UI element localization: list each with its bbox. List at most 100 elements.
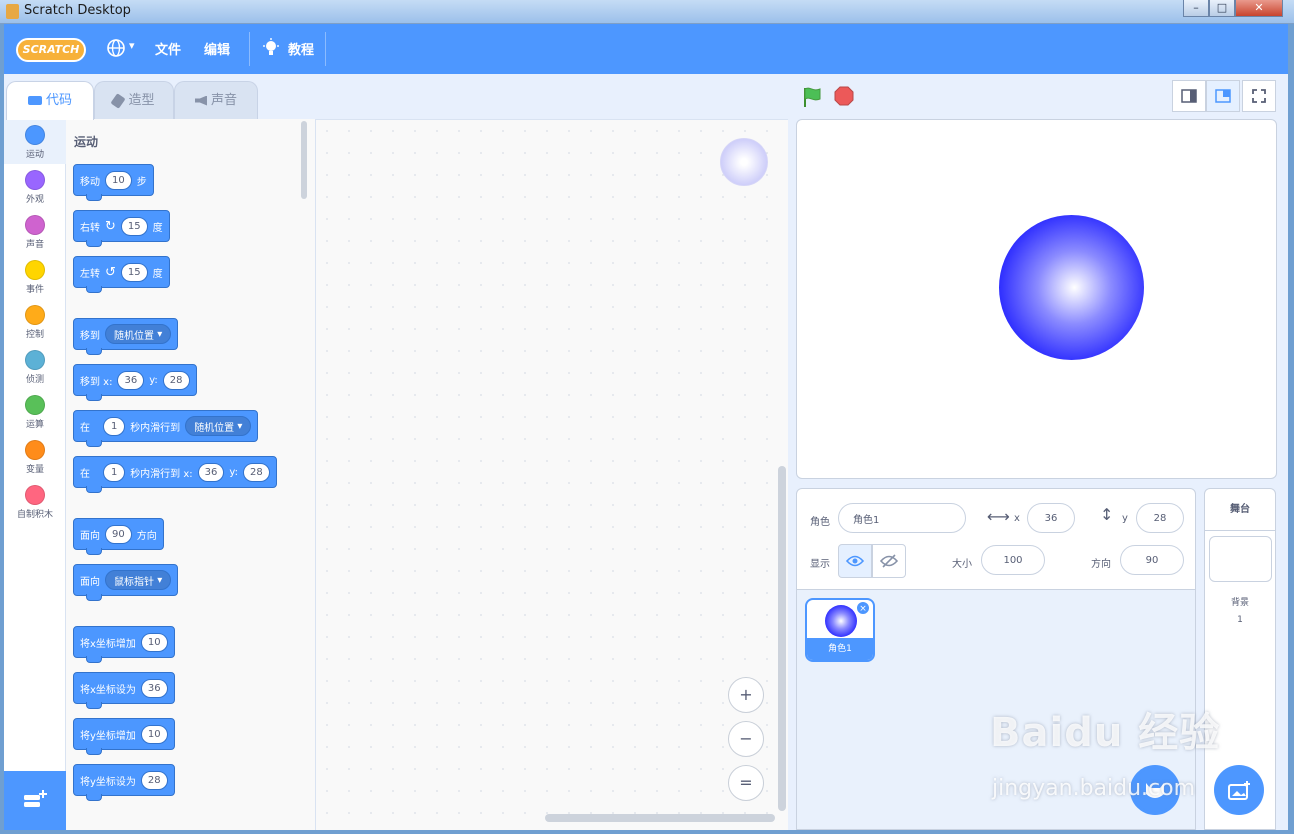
zoom-out-button[interactable]: − [728,721,764,757]
show-sprite-button[interactable] [838,544,872,578]
block-text: 秒内滑行到 x: [130,468,193,480]
zoom-reset-button[interactable]: = [728,765,764,801]
block-goto-xy[interactable]: 移到 x: 36 y: 28 [73,364,197,401]
block-input[interactable]: 36 [197,462,225,482]
block-change-y[interactable]: 将y坐标增加 10 [73,718,175,755]
block-text: 度 [152,222,163,234]
palette-scrollbar[interactable] [301,121,307,199]
block-dropdown[interactable]: 鼠标指针 ▾ [105,570,172,590]
block-input[interactable]: 15 [120,262,148,282]
block-input[interactable]: 1 [103,462,126,482]
rotate-right-icon: ↻ [105,218,116,234]
block-input[interactable]: 36 [140,678,168,698]
category-control[interactable]: 控制 [4,299,66,344]
menu-tutorials[interactable]: 教程 [262,38,318,60]
tab-costumes[interactable]: 造型 [94,81,174,119]
code-icon [27,96,42,105]
tab-sounds[interactable]: 声音 [174,81,258,119]
block-goto[interactable]: 移到 随机位置 ▾ [73,318,179,355]
y-label: y [1122,513,1128,524]
block-input[interactable]: 28 [162,370,190,390]
block-palette: 运动 移动 10 步 右转 ↻ 15 度 左转 ↺ 15 度 移到 随机位置 ▾… [66,119,316,830]
block-glide[interactable]: 在 1 秒内滑行到 随机位置 ▾ [73,410,259,447]
block-turn-right[interactable]: 右转 ↻ 15 度 [73,210,170,247]
block-text: 移到 [80,330,100,342]
close-window-button[interactable]: ✕ [1235,0,1283,17]
category-label: 运算 [25,420,44,430]
delete-sprite-icon[interactable]: × [856,601,870,615]
add-backdrop-button[interactable] [1214,765,1264,815]
normal-stage-button[interactable] [1206,80,1240,112]
green-flag-icon[interactable] [801,86,823,108]
block-move-steps[interactable]: 移动 10 步 [73,164,154,201]
menu-file[interactable]: 文件 [155,39,181,58]
category-events[interactable]: 事件 [4,254,66,299]
block-glide-xy[interactable]: 在 1 秒内滑行到 x: 36 y: 28 [73,456,277,493]
block-input[interactable]: 36 [117,370,145,390]
category-variables[interactable]: 变量 [4,434,66,479]
category-dot [25,350,45,370]
zoom-in-button[interactable]: + [728,677,764,713]
chevron-down-icon: ▾ [237,420,243,432]
y-input[interactable]: 28 [1136,503,1184,533]
block-dropdown[interactable]: 随机位置 ▾ [105,324,172,344]
stop-icon[interactable] [834,86,854,106]
horizontal-arrows-icon: ⟷ [987,507,1010,526]
window-title-bar: Scratch Desktop – □ ✕ [0,0,1294,24]
block-dropdown[interactable]: 随机位置 ▾ [185,416,252,436]
block-input[interactable]: 15 [120,216,148,236]
add-extension-icon [24,790,47,807]
hide-sprite-button[interactable] [872,544,906,578]
block-set-y[interactable]: 将y坐标设为 28 [73,764,175,801]
tab-code-label: 代码 [45,93,72,108]
category-label: 控制 [25,330,44,340]
block-input[interactable]: 1 [103,416,126,436]
direction-input[interactable]: 90 [1120,545,1184,575]
vertical-arrows-icon: ↕ [1100,505,1114,524]
workspace-horizontal-scrollbar[interactable] [545,814,775,822]
script-workspace[interactable] [316,119,788,830]
maximize-button[interactable]: □ [1209,0,1235,17]
category-sensing[interactable]: 侦测 [4,344,66,389]
sprite-name-input[interactable]: 角色1 [838,503,966,533]
stage-canvas[interactable] [796,119,1277,479]
category-looks[interactable]: 外观 [4,164,66,209]
category-dot [25,485,45,505]
block-text: 步 [136,176,147,188]
menu-divider [249,32,250,66]
scratch-logo[interactable]: SCRATCH [16,38,86,62]
small-stage-button[interactable] [1172,80,1206,112]
block-point-direction[interactable]: 面向 90 方向 [73,518,164,555]
language-menu[interactable]: ▾ [106,38,142,60]
block-change-x[interactable]: 将x坐标增加 10 [73,626,175,663]
tutorials-label: 教程 [288,43,315,58]
add-extension-button[interactable] [4,771,66,830]
category-label: 自制积木 [16,510,53,520]
block-input[interactable]: 10 [140,632,168,652]
category-my-blocks[interactable]: 自制积木 [4,479,66,524]
tab-code[interactable]: 代码 [6,81,94,120]
minimize-button[interactable]: – [1183,0,1209,17]
block-text: 度 [152,268,163,280]
menu-edit[interactable]: 编辑 [204,39,230,58]
category-sound[interactable]: 声音 [4,209,66,254]
block-input[interactable]: 28 [242,462,270,482]
fullscreen-button[interactable] [1242,80,1276,112]
x-input[interactable]: 36 [1027,503,1075,533]
block-set-x[interactable]: 将x坐标设为 36 [73,672,175,709]
block-input[interactable]: 90 [105,524,132,544]
workspace-vertical-scrollbar[interactable] [778,466,786,811]
category-motion[interactable]: 运动 [4,119,66,164]
category-operators[interactable]: 运算 [4,389,66,434]
block-input[interactable]: 10 [140,724,168,744]
block-turn-left[interactable]: 左转 ↺ 15 度 [73,256,170,293]
block-point-towards[interactable]: 面向 鼠标指针 ▾ [73,564,179,601]
category-label: 事件 [25,285,44,295]
block-text: 面向 [80,530,100,542]
direction-label: 方向 [1091,559,1111,570]
x-label: x [1014,513,1020,524]
block-input[interactable]: 10 [105,170,132,190]
block-input[interactable]: 28 [140,770,168,790]
size-input[interactable]: 100 [981,545,1045,575]
sprite-ball[interactable] [999,215,1144,360]
